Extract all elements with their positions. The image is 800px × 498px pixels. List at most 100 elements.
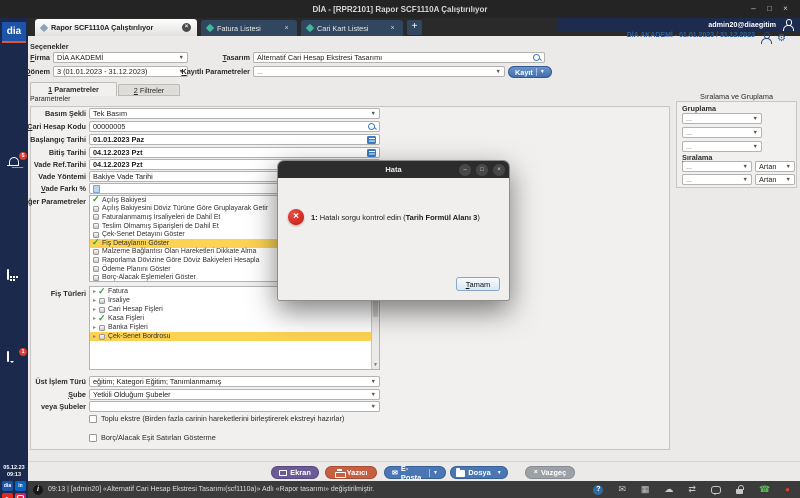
sube-value: Yetkili Olduğum Şubeler bbox=[93, 390, 369, 399]
help-icon[interactable]: ? bbox=[593, 485, 603, 495]
tree-expand-icon[interactable]: ▸ bbox=[93, 306, 96, 313]
dia-social-icon[interactable]: dia bbox=[2, 481, 13, 491]
gear-icon[interactable]: ⚙ bbox=[777, 33, 786, 44]
lock-icon[interactable] bbox=[736, 485, 744, 495]
dia-logo-text: dia bbox=[7, 26, 21, 37]
tab-close-icon[interactable]: × bbox=[182, 23, 191, 32]
tree-list-item[interactable]: ▸Banka Fişleri bbox=[90, 323, 379, 332]
borc-alacak-checkbox[interactable] bbox=[89, 434, 97, 442]
dialog-close-icon[interactable]: × bbox=[493, 164, 505, 176]
cloud-icon[interactable]: ☁ bbox=[664, 484, 673, 495]
dialog-maximize-icon[interactable]: □ bbox=[476, 164, 488, 176]
linkedin-icon[interactable]: in bbox=[15, 481, 26, 491]
gruplama-select-1[interactable]: ... ▼ bbox=[682, 113, 762, 124]
siralama-select-1[interactable]: ... ▼ bbox=[682, 161, 752, 172]
new-tab-button[interactable]: + bbox=[407, 20, 422, 35]
ust-islem-turu-select[interactable]: eğitim; Kategori Eğitim; Tanımlanmamış ▼ bbox=[89, 376, 380, 387]
youtube-icon[interactable]: ▸ bbox=[2, 493, 13, 498]
search-icon[interactable] bbox=[368, 123, 376, 131]
ekran-button-label: Ekran bbox=[290, 468, 311, 477]
checkbox-icon bbox=[93, 266, 99, 272]
kayitli-parametreler-select[interactable]: ... ▼ bbox=[253, 66, 505, 77]
user-icon[interactable] bbox=[782, 19, 794, 31]
sidebar-date: 05.12.23 bbox=[0, 465, 28, 472]
chevron-down-icon[interactable]: ▼ bbox=[433, 470, 438, 476]
tab-close-icon[interactable]: × bbox=[388, 24, 397, 33]
application-window: DİA - [RPR2101] Rapor SCF1110A Çalıştırı… bbox=[0, 0, 800, 498]
user-profile-icon[interactable] bbox=[760, 32, 772, 44]
calendar-button[interactable] bbox=[7, 270, 23, 286]
eposta-button[interactable]: ✉ E-Posta ▼ bbox=[384, 466, 446, 479]
tab-label: Rapor SCF1110A Çalıştırılıyor bbox=[51, 23, 178, 32]
item-label: Faturalanmamış İrsaliyeleri de Dahil Et bbox=[102, 214, 220, 221]
parametreler-section-label: Parametreler bbox=[30, 94, 70, 105]
veya-subeler-select[interactable]: ▼ bbox=[89, 401, 380, 412]
maximize-icon[interactable]: □ bbox=[763, 3, 776, 15]
siralama-dir-select-2[interactable]: Artan ▼ bbox=[755, 174, 795, 185]
status-bar: i 09:13 | [admin20] «Alternatif Cari Hes… bbox=[28, 481, 800, 498]
tab-rapor-scf1110a[interactable]: Rapor SCF1110A Çalıştırılıyor × bbox=[35, 19, 197, 36]
close-icon[interactable]: × bbox=[779, 3, 792, 15]
chevron-down-icon: ▼ bbox=[371, 111, 376, 117]
tree-expand-icon[interactable]: ▸ bbox=[93, 315, 96, 322]
tree-expand-icon[interactable]: ▸ bbox=[93, 297, 96, 304]
gruplama-select-2[interactable]: ... ▼ bbox=[682, 127, 762, 138]
donem-select[interactable]: 3 (01.01.2023 - 31.12.2023) ▼ bbox=[53, 66, 188, 77]
chevron-down-icon: ▼ bbox=[753, 144, 758, 150]
tab-fatura-listesi[interactable]: Fatura Listesi × bbox=[201, 20, 297, 36]
baslangic-tarihi-field[interactable]: 01.01.2023 Paz bbox=[89, 134, 380, 145]
dia-logo[interactable]: dia bbox=[2, 22, 26, 43]
error-field-name: Tarih Formül Alanı 3 bbox=[406, 213, 478, 222]
basim-sekli-select[interactable]: Tek Basım ▼ bbox=[89, 108, 380, 119]
minimize-icon[interactable]: – bbox=[747, 3, 760, 15]
dosya-button[interactable]: Dosya ▼ bbox=[450, 466, 508, 479]
vade-farki-label: Vade Farkı % bbox=[20, 183, 86, 194]
instagram-icon[interactable] bbox=[15, 493, 26, 498]
ekran-button[interactable]: Ekran bbox=[271, 466, 319, 479]
gruplama-select-3[interactable]: ... ▼ bbox=[682, 141, 762, 152]
vade-yontemi-label: Vade Yöntemi bbox=[20, 171, 86, 182]
sube-select[interactable]: Yetkili Olduğum Şubeler ▼ bbox=[89, 389, 380, 400]
dialog-minimize-icon[interactable]: – bbox=[459, 164, 471, 176]
toplu-ekstre-checkbox[interactable] bbox=[89, 415, 97, 423]
yazici-button[interactable]: Yazıcı bbox=[325, 466, 377, 479]
chat-icon[interactable] bbox=[711, 486, 721, 494]
tab-close-icon[interactable]: × bbox=[282, 24, 291, 33]
record-icon[interactable]: ● bbox=[785, 484, 790, 495]
checkbox-icon bbox=[93, 257, 99, 263]
tree-expand-icon[interactable]: ▸ bbox=[93, 324, 96, 331]
tree-list-item[interactable]: ▸Çek-Senet Bordrosu bbox=[90, 332, 379, 341]
chevron-down-icon: ▼ bbox=[786, 177, 791, 183]
calendar-icon[interactable] bbox=[367, 149, 376, 157]
scroll-down-icon[interactable]: ▼ bbox=[372, 362, 379, 369]
apps-icon[interactable]: ▦ bbox=[641, 484, 650, 495]
tamam-button[interactable]: Tamam bbox=[456, 277, 500, 291]
mail-icon[interactable]: ✉ bbox=[618, 484, 626, 495]
phone-icon[interactable]: ☎ bbox=[759, 484, 770, 495]
tab-filtreler[interactable]: 2 Filtreler bbox=[118, 84, 180, 96]
cari-hesap-kodu-field[interactable]: 00000005 bbox=[89, 121, 380, 132]
options-header: Seçenekler bbox=[30, 41, 69, 52]
siralama-dir-select-1[interactable]: Artan ▼ bbox=[755, 161, 795, 172]
search-icon[interactable] bbox=[533, 54, 541, 62]
stepper-icon[interactable] bbox=[93, 185, 100, 193]
tab-cari-kart-listesi[interactable]: Cari Kart Listesi × bbox=[301, 20, 403, 36]
checkbox-icon bbox=[93, 223, 99, 229]
gruplama-value-3: ... bbox=[686, 142, 751, 151]
chevron-down-icon[interactable]: ▼ bbox=[497, 470, 502, 476]
calendar-icon[interactable] bbox=[367, 136, 376, 144]
tree-list-item[interactable]: ▸Cari Hesap Fişleri bbox=[90, 305, 379, 314]
tree-expand-icon[interactable]: ▸ bbox=[93, 288, 96, 295]
borc-alacak-label: Borç/Alacak Eşit Satırları Gösterme bbox=[101, 433, 216, 442]
vazgec-button[interactable]: × Vazgeç bbox=[525, 466, 575, 479]
bitis-tarihi-field[interactable]: 04.12.2023 Pzt bbox=[89, 147, 380, 158]
tree-list-item[interactable]: ▸Kasa Fişleri bbox=[90, 314, 379, 323]
siralama-select-2[interactable]: ... ▼ bbox=[682, 174, 752, 185]
messages-button[interactable]: 1 bbox=[7, 352, 23, 368]
kayit-button[interactable]: Kayıt ▼ bbox=[508, 66, 552, 78]
firma-select[interactable]: DİA AKADEMİ ▼ bbox=[53, 52, 188, 63]
tasarim-field[interactable]: Alternatif Cari Hesap Ekstresi Tasarımı bbox=[253, 52, 545, 63]
screen-icon bbox=[279, 470, 287, 476]
tree-expand-icon[interactable]: ▸ bbox=[93, 333, 96, 340]
connections-icon[interactable]: ⇄ bbox=[688, 484, 696, 495]
